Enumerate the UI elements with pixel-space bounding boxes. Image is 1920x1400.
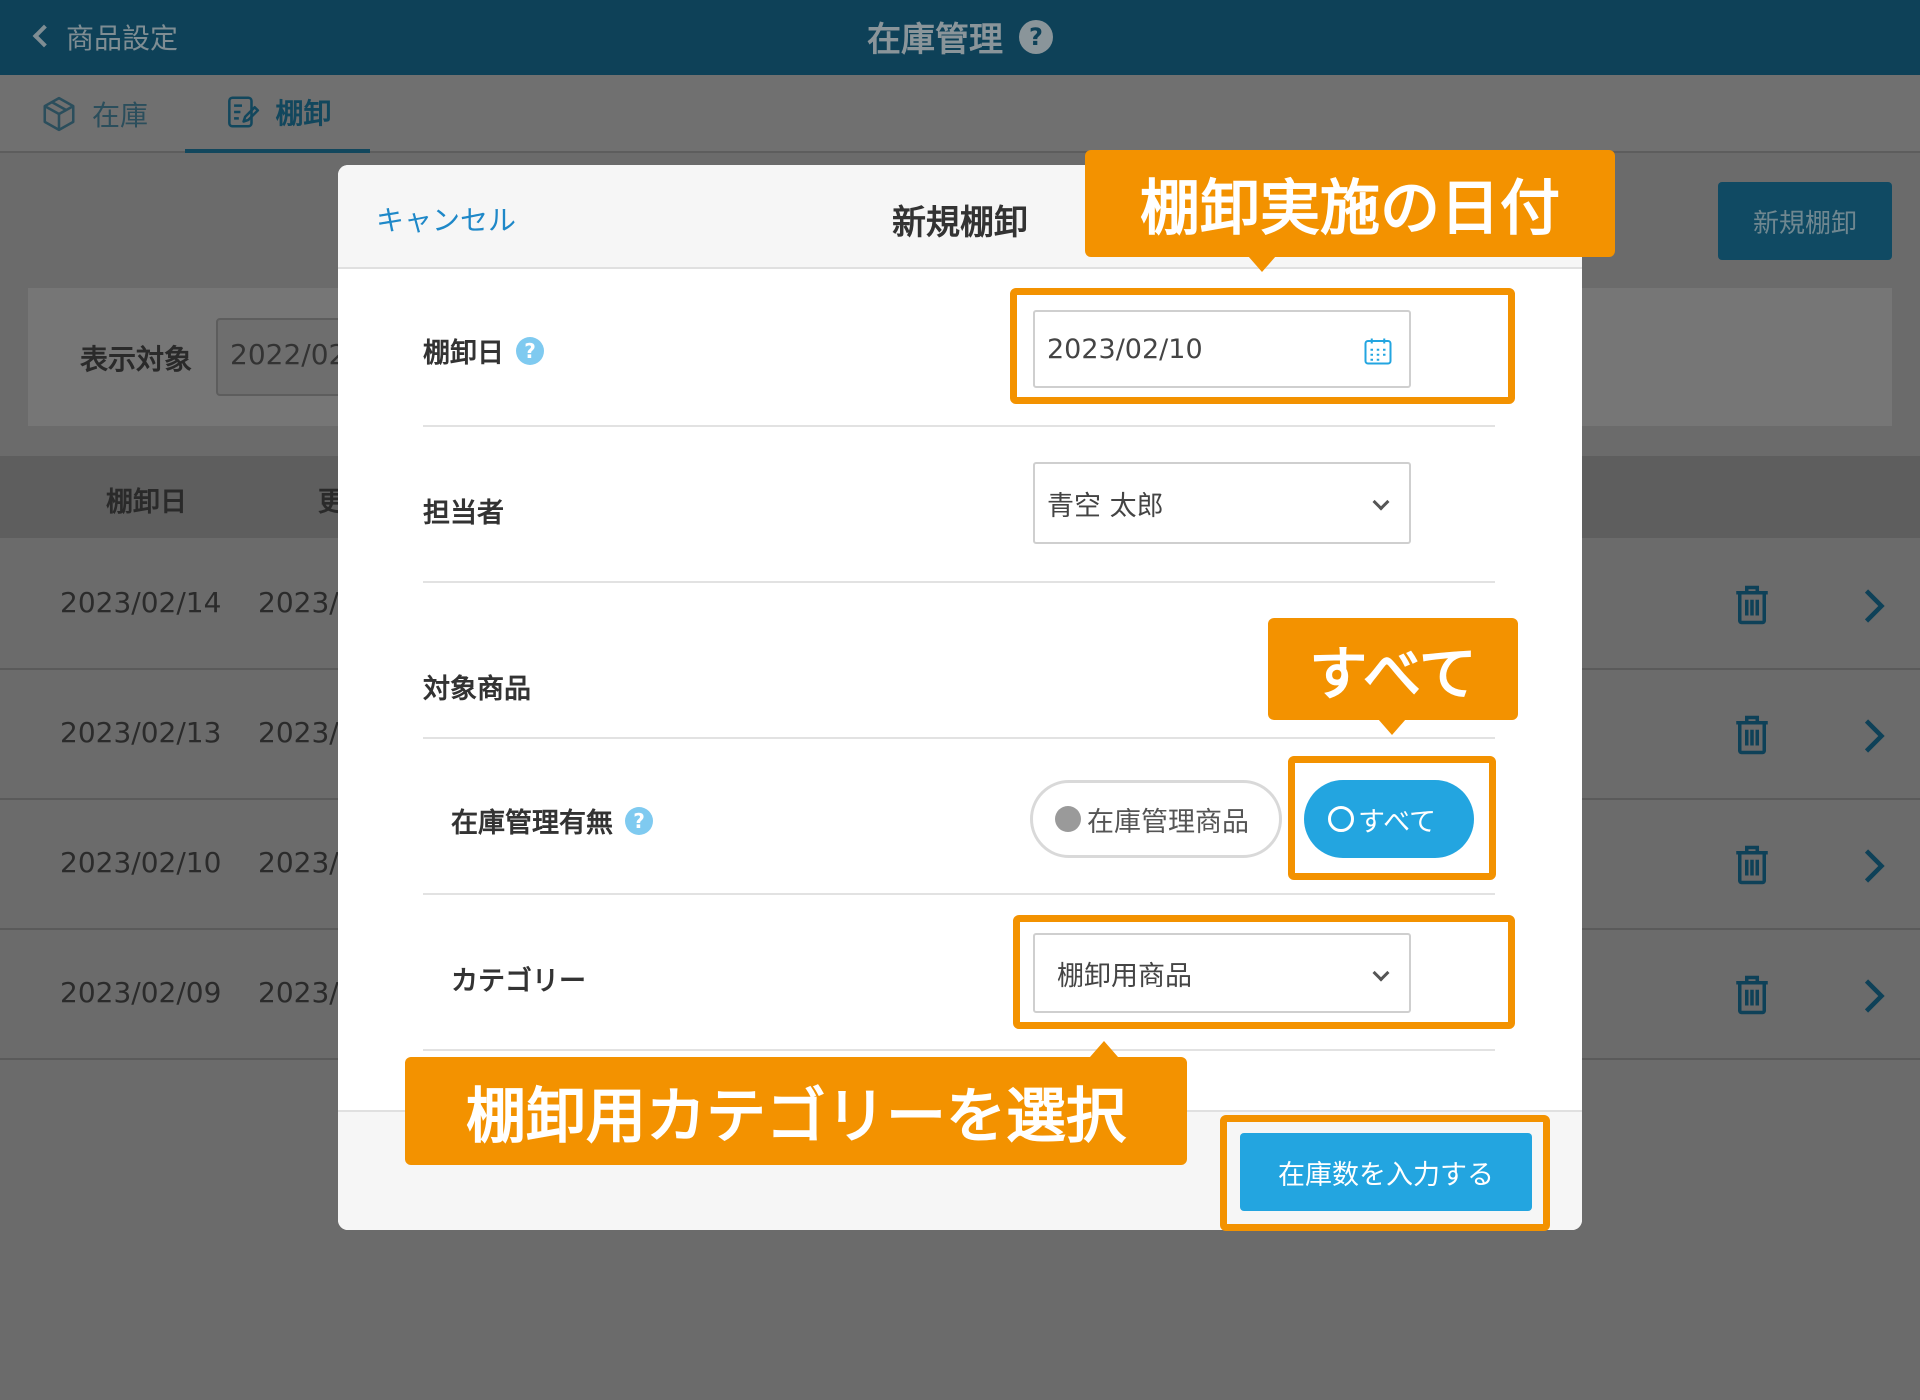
- page-title: 在庫管理 ?: [0, 12, 1920, 61]
- option-stock-managed[interactable]: 在庫管理商品: [1030, 780, 1282, 858]
- callout-pointer: [1248, 256, 1276, 272]
- stock-mgmt-label: 在庫管理有無: [451, 808, 613, 839]
- filter-label: 表示対象: [80, 343, 193, 376]
- tab-stocktake[interactable]: 棚卸: [185, 75, 370, 153]
- top-navigation-bar: 商品設定 在庫管理 ?: [0, 0, 1920, 75]
- radio-off-icon: [1055, 806, 1081, 832]
- row-date: 2023/02/13: [60, 716, 222, 749]
- trash-icon[interactable]: [1734, 974, 1770, 1016]
- chevron-right-icon[interactable]: [1860, 978, 1888, 1014]
- highlight-date-input: [1010, 288, 1515, 404]
- row-date: 2023/02/14: [60, 586, 222, 619]
- staff-label: 担当者: [423, 498, 504, 529]
- row-date: 2023/02/09: [60, 976, 222, 1009]
- callout-pointer: [1378, 719, 1406, 735]
- callout-all: すべて: [1268, 618, 1518, 720]
- trash-icon[interactable]: [1734, 714, 1770, 756]
- help-icon[interactable]: ?: [516, 336, 544, 365]
- target-label: 対象商品: [423, 674, 531, 705]
- highlight-option-all: [1288, 756, 1496, 880]
- tab-inventory-label: 在庫: [92, 99, 149, 132]
- new-stocktake-button[interactable]: 新規棚卸: [1718, 182, 1892, 260]
- help-icon[interactable]: ?: [1019, 19, 1053, 54]
- callout-pointer: [1090, 1041, 1118, 1057]
- stock-mgmt-label-group: 在庫管理有無 ?: [451, 801, 653, 840]
- option-stock-managed-label: 在庫管理商品: [1087, 806, 1249, 838]
- page-title-text: 在庫管理: [867, 20, 1003, 60]
- box-icon: [43, 96, 75, 132]
- column-header-date: 棚卸日: [106, 487, 187, 518]
- trash-icon[interactable]: [1734, 584, 1770, 626]
- callout-category: 棚卸用カテゴリーを選択: [405, 1057, 1187, 1165]
- category-label: カテゴリー: [451, 966, 586, 997]
- tab-bar: 在庫 棚卸: [0, 75, 1920, 153]
- chevron-right-icon[interactable]: [1860, 588, 1888, 624]
- chevron-down-icon: [1372, 493, 1390, 511]
- row-date: 2023/02/10: [60, 846, 222, 879]
- chevron-right-icon[interactable]: [1860, 718, 1888, 754]
- tab-stocktake-label: 棚卸: [275, 97, 332, 130]
- date-label-group: 棚卸日 ?: [423, 331, 544, 370]
- callout-date: 棚卸実施の日付: [1085, 150, 1615, 257]
- trash-icon[interactable]: [1734, 844, 1770, 886]
- tab-inventory[interactable]: 在庫: [40, 75, 148, 153]
- highlight-category-select: [1013, 915, 1515, 1029]
- clipboard-edit-icon: [228, 96, 260, 128]
- help-icon[interactable]: ?: [625, 806, 653, 835]
- highlight-submit-button: [1220, 1115, 1550, 1231]
- staff-select-value: 青空 太郎: [1047, 490, 1164, 522]
- chevron-right-icon[interactable]: [1860, 848, 1888, 884]
- staff-select[interactable]: 青空 太郎: [1033, 462, 1411, 544]
- date-label: 棚卸日: [423, 338, 504, 369]
